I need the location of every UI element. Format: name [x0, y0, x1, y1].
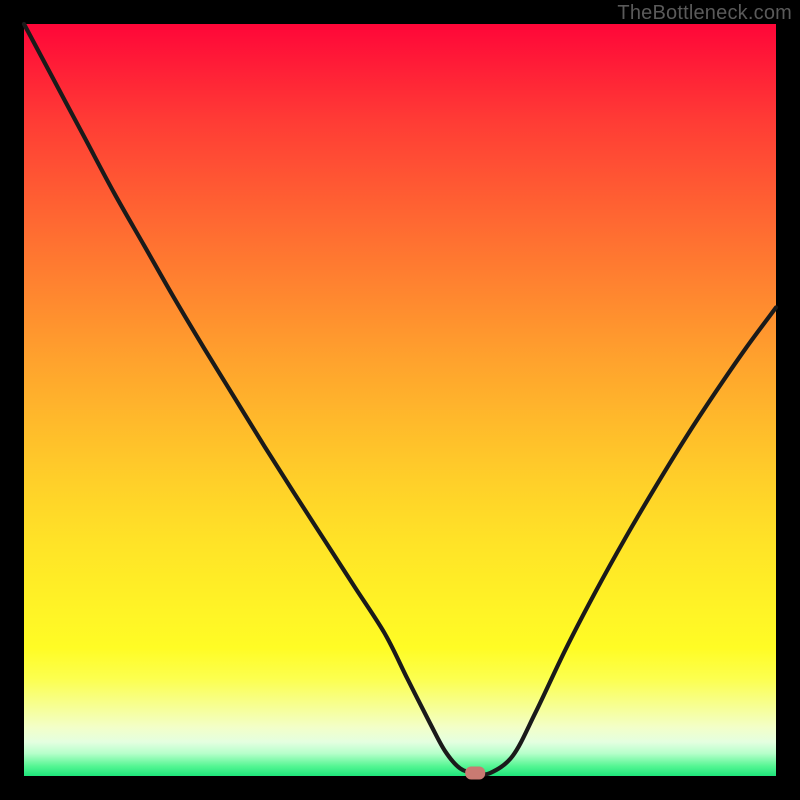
chart-svg: [24, 24, 776, 776]
chart-frame: TheBottleneck.com: [0, 0, 800, 800]
bottleneck-curve: [24, 24, 776, 774]
attribution-label: TheBottleneck.com: [617, 2, 792, 25]
plot-area: [24, 24, 776, 776]
valley-marker: [465, 766, 485, 779]
